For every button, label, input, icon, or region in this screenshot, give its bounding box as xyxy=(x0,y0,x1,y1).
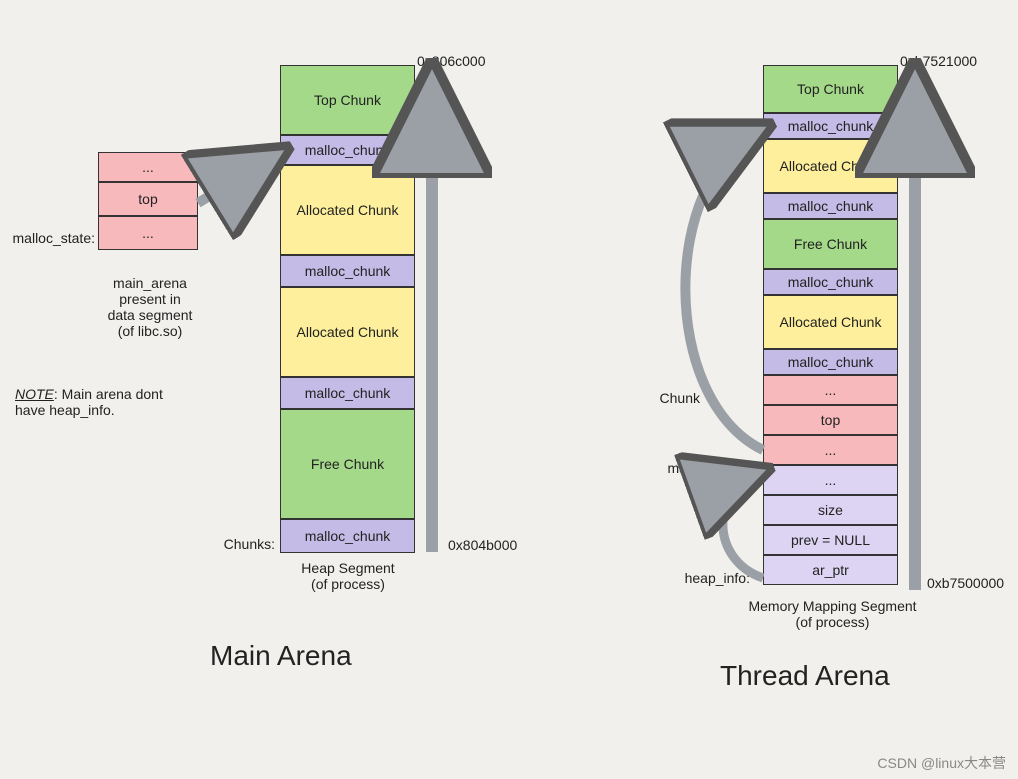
malloc-state-row: ... xyxy=(763,375,898,405)
malloc-state-row: ... xyxy=(98,216,198,250)
malloc-state-top: top xyxy=(763,405,898,435)
top-chunk: Top Chunk xyxy=(763,65,898,113)
note-word: NOTE xyxy=(15,386,54,402)
malloc-state-row: ... xyxy=(763,435,898,465)
memmap-segment-caption: Memory Mapping Segment (of process) xyxy=(740,598,925,630)
allocated-chunk: Allocated Chunk xyxy=(763,139,898,193)
top-chunk: Top Chunk xyxy=(280,65,415,135)
thread-heap-stack: Top Chunk malloc_chunk Allocated Chunk m… xyxy=(763,65,898,585)
malloc-chunk: malloc_chunk xyxy=(280,255,415,287)
heap-info-arptr: ar_ptr xyxy=(763,555,898,585)
malloc-state-label: malloc_state: xyxy=(0,230,95,246)
malloc-state-label-right: malloc_state: xyxy=(640,460,750,476)
malloc-chunk: malloc_chunk xyxy=(763,113,898,139)
free-chunk: Free Chunk xyxy=(280,409,415,519)
chunks-label: Chunks: xyxy=(200,536,275,552)
malloc-chunk: malloc_chunk xyxy=(280,519,415,553)
diagram-canvas: ... top ... Top Chunk malloc_chunk Alloc… xyxy=(0,0,1018,779)
watermark: CSDN @linux大本营 xyxy=(877,753,1006,773)
addr-main-top: 0x806c000 xyxy=(417,53,486,69)
heap-info-label: heap_info: xyxy=(670,570,750,586)
note-label: NOTE: Main arena dont have heap_info. xyxy=(15,370,245,418)
addr-main-bottom: 0x804b000 xyxy=(448,537,517,553)
malloc-chunk: malloc_chunk xyxy=(763,193,898,219)
malloc-chunk: malloc_chunk xyxy=(763,269,898,295)
malloc-state-table: ... top ... xyxy=(98,152,198,250)
main-arena-caption: main_arena present in data segment (of l… xyxy=(85,275,215,339)
allocated-chunk: Allocated Chunk xyxy=(280,287,415,377)
heap-info-row: ... xyxy=(763,465,898,495)
free-chunk: Free Chunk xyxy=(763,219,898,269)
heap-segment-caption: Heap Segment (of process) xyxy=(278,560,418,592)
malloc-state-row: ... xyxy=(98,152,198,182)
addr-thread-bottom: 0xb7500000 xyxy=(927,575,1004,591)
heap-info-size: size xyxy=(763,495,898,525)
malloc-chunk: malloc_chunk xyxy=(280,377,415,409)
addr-thread-top: 0xb7521000 xyxy=(900,53,977,69)
malloc-state-row-top: top xyxy=(98,182,198,216)
malloc-chunk: malloc_chunk xyxy=(763,349,898,375)
title-thread-arena: Thread Arena xyxy=(720,660,890,692)
title-main-arena: Main Arena xyxy=(210,640,352,672)
main-heap-stack: Top Chunk malloc_chunk Allocated Chunk m… xyxy=(280,65,415,553)
allocated-chunk: Allocated Chunk xyxy=(280,165,415,255)
allocated-chunk: Allocated Chunk xyxy=(763,295,898,349)
chunk-label-right: Chunk xyxy=(640,390,700,406)
heap-info-prev: prev = NULL xyxy=(763,525,898,555)
malloc-chunk: malloc_chunk xyxy=(280,135,415,165)
